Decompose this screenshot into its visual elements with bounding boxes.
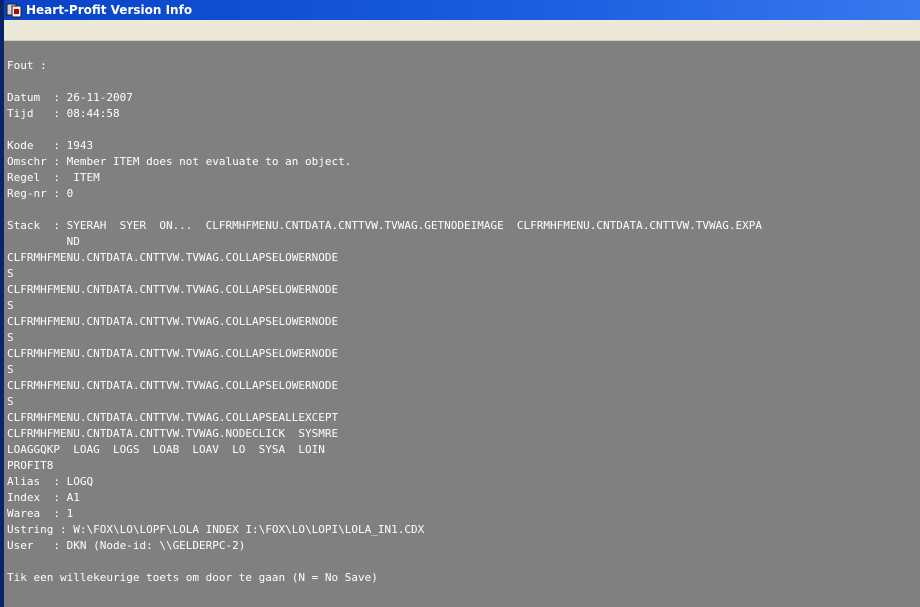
window-title: Heart-Profit Version Info	[26, 3, 193, 17]
console-line: CLFRMHFMENU.CNTDATA.CNTTVW.TVWAG.COLLAPS…	[7, 347, 339, 360]
console-line: Tik een willekeurige toets om door te ga…	[7, 571, 378, 584]
console-line: CLFRMHFMENU.CNTDATA.CNTTVW.TVWAG.COLLAPS…	[7, 315, 339, 328]
console-line: Ustring : W:\FOX\LO\LOPF\LOLA INDEX I:\F…	[7, 523, 425, 536]
console-line: S	[7, 299, 14, 312]
console-line: S	[7, 267, 14, 280]
console-line: CLFRMHFMENU.CNTDATA.CNTTVW.TVWAG.NODECLI…	[7, 427, 339, 440]
console-line: S	[7, 395, 14, 408]
console-line: Index : A1	[7, 491, 80, 504]
console-line: CLFRMHFMENU.CNTDATA.CNTTVW.TVWAG.COLLAPS…	[7, 283, 339, 296]
console-line: Stack : SYERAH SYER ON... CLFRMHFMENU.CN…	[7, 219, 762, 232]
console-output: Fout : Datum : 26-11-2007 Tijd : 08:44:58 K…	[7, 58, 920, 586]
console-line: CLFRMHFMENU.CNTDATA.CNTTVW.TVWAG.COLLAPS…	[7, 411, 339, 424]
console-line: User : DKN (Node-id: \\GELDERPC-2)	[7, 539, 246, 552]
window-left-edge	[0, 0, 4, 607]
console-line: CLFRMHFMENU.CNTDATA.CNTTVW.TVWAG.COLLAPS…	[7, 251, 339, 264]
console-line: Tijd : 08:44:58	[7, 107, 120, 120]
console-line: Regel : ITEM	[7, 171, 100, 184]
console-line: Alias : LOGQ	[7, 475, 94, 488]
console-line: Omschr : Member ITEM does not evaluate t…	[7, 155, 352, 168]
console-line: Datum : 26-11-2007	[7, 91, 133, 104]
console-line: LOAGGQKP LOAG LOGS LOAB LOAV LO SYSA LOI…	[7, 443, 325, 456]
app-window: Heart-Profit Version Info Fout : Datum : …	[0, 0, 920, 607]
console-line: Warea : 1	[7, 507, 74, 520]
title-bar[interactable]: Heart-Profit Version Info	[0, 0, 920, 20]
console-line: Kode : 1943	[7, 139, 94, 152]
console-line: ND	[7, 235, 80, 248]
console-line: Reg-nr : 0	[7, 187, 74, 200]
menu-bar	[4, 20, 920, 41]
console-line: Fout :	[7, 59, 47, 72]
console-line: S	[7, 331, 14, 344]
app-icon[interactable]	[6, 2, 22, 18]
console-line: S	[7, 363, 14, 376]
console-line: CLFRMHFMENU.CNTDATA.CNTTVW.TVWAG.COLLAPS…	[7, 379, 339, 392]
console-line: PROFIT8	[7, 459, 54, 472]
